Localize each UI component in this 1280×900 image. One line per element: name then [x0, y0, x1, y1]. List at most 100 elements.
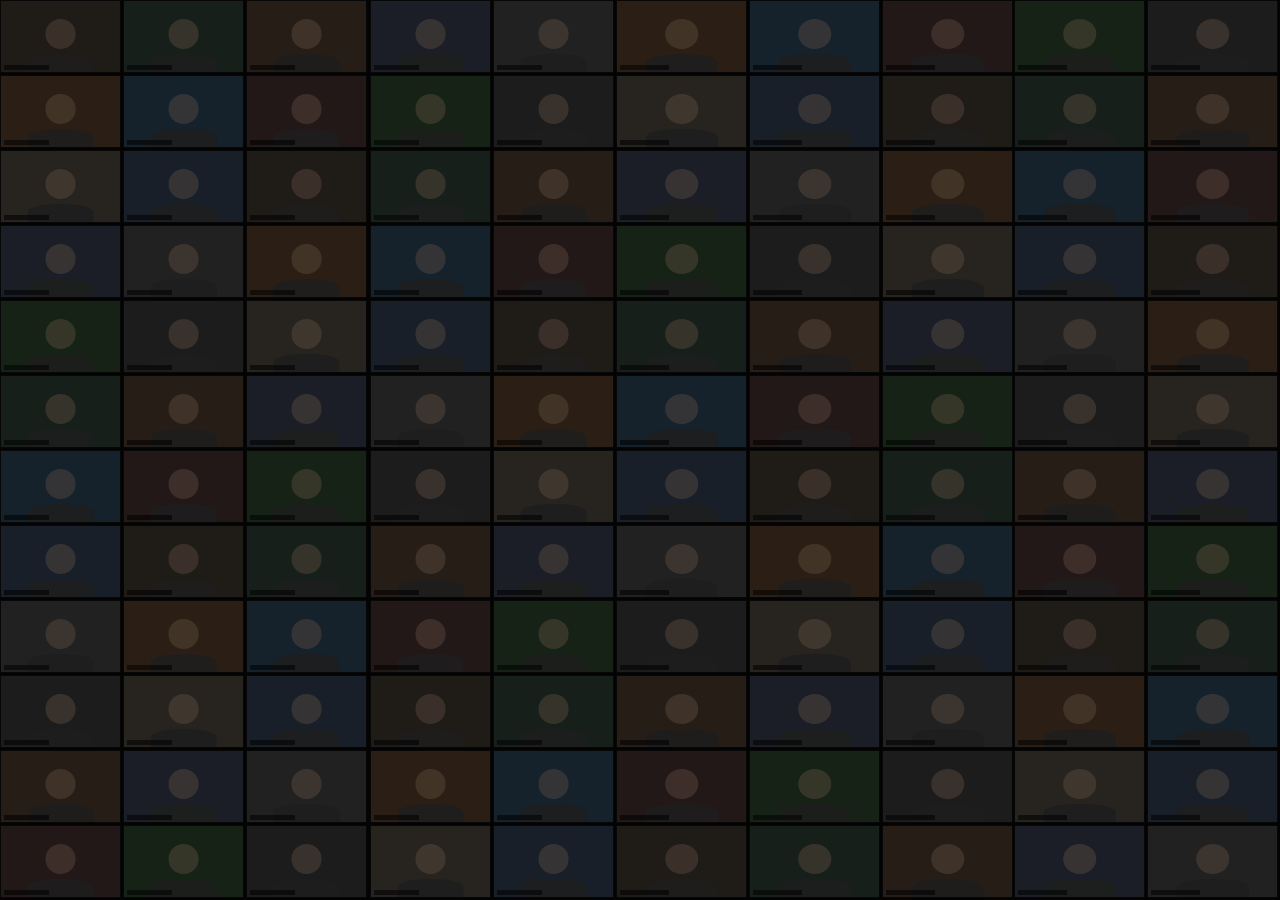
participant-video-tile[interactable] — [123, 600, 244, 673]
participant-video-tile[interactable] — [749, 450, 880, 523]
participant-video-tile[interactable] — [370, 525, 491, 598]
participant-video-tile[interactable] — [882, 825, 1013, 898]
participant-video-tile[interactable] — [1014, 525, 1145, 598]
participant-video-tile[interactable] — [882, 450, 1013, 523]
participant-video-tile[interactable] — [616, 150, 747, 223]
participant-video-tile[interactable] — [616, 225, 747, 298]
participant-video-tile[interactable] — [1014, 300, 1145, 373]
participant-video-tile[interactable] — [882, 150, 1013, 223]
participant-video-tile[interactable] — [616, 675, 747, 748]
participant-video-tile[interactable] — [616, 0, 747, 73]
participant-video-tile[interactable] — [370, 75, 491, 148]
participant-video-tile[interactable] — [749, 150, 880, 223]
participant-video-tile[interactable] — [1147, 225, 1278, 298]
participant-video-tile[interactable] — [616, 525, 747, 598]
participant-video-tile[interactable] — [616, 300, 747, 373]
participant-video-tile[interactable] — [0, 600, 121, 673]
participant-video-tile[interactable] — [246, 450, 367, 523]
participant-video-tile[interactable] — [749, 75, 880, 148]
participant-video-tile[interactable] — [0, 525, 121, 598]
participant-video-tile[interactable] — [1014, 225, 1145, 298]
participant-video-tile[interactable] — [1014, 600, 1145, 673]
participant-video-tile[interactable] — [246, 225, 367, 298]
participant-video-tile[interactable] — [246, 600, 367, 673]
participant-video-tile[interactable] — [1014, 375, 1145, 448]
participant-video-tile[interactable] — [493, 225, 614, 298]
participant-video-tile[interactable] — [882, 225, 1013, 298]
participant-video-tile[interactable] — [882, 675, 1013, 748]
participant-video-tile[interactable] — [882, 750, 1013, 823]
participant-video-tile[interactable] — [370, 0, 491, 73]
participant-video-tile[interactable] — [882, 525, 1013, 598]
participant-video-tile[interactable] — [493, 300, 614, 373]
participant-video-tile[interactable] — [749, 525, 880, 598]
participant-video-tile[interactable] — [246, 300, 367, 373]
participant-video-tile[interactable] — [123, 750, 244, 823]
participant-video-tile[interactable] — [1014, 150, 1145, 223]
participant-video-tile[interactable] — [246, 825, 367, 898]
participant-video-tile[interactable] — [1014, 675, 1145, 748]
participant-video-tile[interactable] — [1147, 825, 1278, 898]
participant-video-tile[interactable] — [370, 150, 491, 223]
participant-video-tile[interactable] — [882, 375, 1013, 448]
participant-video-tile[interactable] — [749, 225, 880, 298]
participant-video-tile[interactable] — [0, 450, 121, 523]
participant-video-tile[interactable] — [0, 75, 121, 148]
participant-video-tile[interactable] — [493, 150, 614, 223]
participant-video-tile[interactable] — [123, 825, 244, 898]
participant-video-tile[interactable] — [616, 375, 747, 448]
participant-video-tile[interactable] — [370, 675, 491, 748]
participant-video-tile[interactable] — [749, 375, 880, 448]
participant-video-tile[interactable] — [123, 675, 244, 748]
participant-video-tile[interactable] — [616, 825, 747, 898]
participant-video-tile[interactable] — [0, 825, 121, 898]
participant-video-tile[interactable] — [370, 375, 491, 448]
participant-video-tile[interactable] — [370, 750, 491, 823]
participant-video-tile[interactable] — [123, 75, 244, 148]
participant-video-tile[interactable] — [0, 675, 121, 748]
participant-video-tile[interactable] — [749, 0, 880, 73]
participant-video-tile[interactable] — [493, 525, 614, 598]
participant-video-tile[interactable] — [123, 225, 244, 298]
participant-video-tile[interactable] — [493, 375, 614, 448]
participant-video-tile[interactable] — [123, 150, 244, 223]
participant-video-tile[interactable] — [1014, 750, 1145, 823]
participant-video-tile[interactable] — [882, 75, 1013, 148]
participant-video-tile[interactable] — [0, 375, 121, 448]
participant-video-tile[interactable] — [882, 0, 1013, 73]
participant-video-tile[interactable] — [0, 225, 121, 298]
participant-video-tile[interactable] — [0, 0, 121, 73]
participant-video-tile[interactable] — [123, 525, 244, 598]
participant-video-tile[interactable] — [749, 675, 880, 748]
participant-video-tile[interactable] — [1014, 450, 1145, 523]
participant-video-tile[interactable] — [246, 675, 367, 748]
participant-video-tile[interactable] — [882, 300, 1013, 373]
participant-video-tile[interactable] — [246, 750, 367, 823]
participant-video-tile[interactable] — [370, 450, 491, 523]
participant-video-tile[interactable] — [246, 525, 367, 598]
participant-video-tile[interactable] — [616, 750, 747, 823]
participant-video-tile[interactable] — [246, 75, 367, 148]
participant-video-tile[interactable] — [1147, 300, 1278, 373]
participant-video-tile[interactable] — [493, 0, 614, 73]
participant-video-tile[interactable] — [616, 450, 747, 523]
participant-video-tile[interactable] — [0, 150, 121, 223]
participant-video-tile[interactable] — [616, 600, 747, 673]
participant-video-tile[interactable] — [1014, 0, 1145, 73]
participant-video-tile[interactable] — [246, 0, 367, 73]
participant-video-tile[interactable] — [370, 825, 491, 898]
participant-video-tile[interactable] — [0, 750, 121, 823]
participant-video-tile[interactable] — [493, 600, 614, 673]
participant-video-tile[interactable] — [370, 300, 491, 373]
participant-video-tile[interactable] — [1147, 0, 1278, 73]
participant-video-tile[interactable] — [123, 375, 244, 448]
participant-video-tile[interactable] — [1147, 150, 1278, 223]
participant-video-tile[interactable] — [1147, 75, 1278, 148]
participant-video-tile[interactable] — [123, 450, 244, 523]
participant-video-tile[interactable] — [616, 75, 747, 148]
participant-video-tile[interactable] — [493, 825, 614, 898]
participant-video-tile[interactable] — [493, 75, 614, 148]
participant-video-tile[interactable] — [1147, 375, 1278, 448]
participant-video-tile[interactable] — [749, 600, 880, 673]
participant-video-tile[interactable] — [0, 300, 121, 373]
